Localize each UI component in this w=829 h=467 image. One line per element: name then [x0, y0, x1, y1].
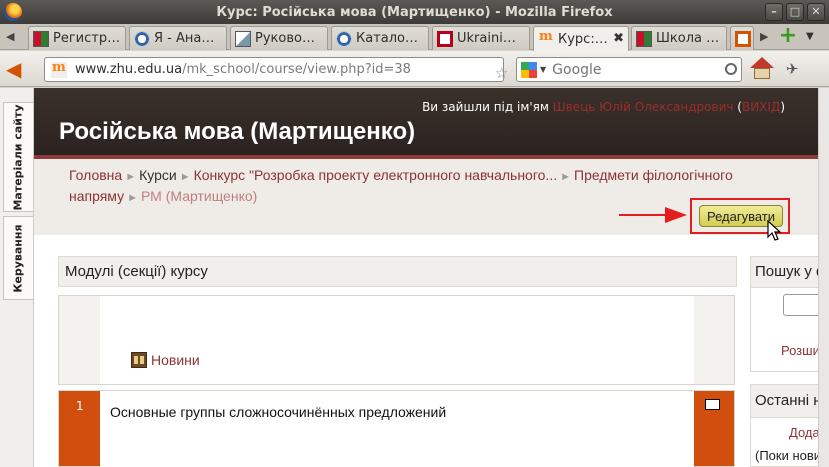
red-arrow-annotation-icon — [619, 207, 687, 223]
tab-label: Катало… — [356, 31, 418, 46]
breadcrumb-separator-icon: ► — [127, 192, 138, 204]
close-tab-icon[interactable]: ✖ — [613, 31, 624, 46]
url-bar[interactable]: www.zhu.edu.ua/mk_school/course/view.php… — [44, 57, 544, 82]
doc-favicon-icon — [235, 30, 251, 47]
back-arrow-icon[interactable]: ◀ — [6, 59, 21, 79]
course-header: Ви зайшли під ім'ям Швець Юлій Олександр… — [34, 88, 829, 155]
browser-tab-7[interactable]: Школа … — [631, 26, 727, 50]
logout-link[interactable]: ВИХІД — [742, 100, 780, 114]
window-title: Курс: Російська мова (Мартищенко) - Mozi… — [216, 4, 613, 20]
tab-strip: ◀ Регистр… Я - Ана… Руково… Катало… Ukra… — [0, 24, 829, 51]
logout-paren-open: ( — [733, 100, 742, 114]
navigation-toolbar: ◀ www.zhu.edu.ua/mk_school/course/view.p… — [0, 51, 829, 87]
tab-list-dropdown-icon[interactable]: ▼ — [806, 31, 814, 42]
side-tab-materials[interactable]: Матеріали сайту — [3, 102, 33, 212]
section-general: Новини — [58, 295, 735, 385]
login-info: Ви зайшли під ім'ям Швець Юлій Олександр… — [422, 100, 785, 114]
tab-scroll-right-icon[interactable]: ▶ — [760, 30, 768, 43]
moodle-favicon-icon — [51, 60, 67, 78]
breadcrumb: Головна ► Курси ► Конкурс "Розробка проекту … — [69, 166, 789, 208]
google-icon[interactable] — [521, 61, 537, 78]
course-modules: Модулі (секції) курсу Новини 1 Основные … — [58, 256, 737, 467]
side-tab-label: Керування — [12, 223, 25, 293]
moodle-favicon-icon — [538, 29, 554, 47]
tab-label: Регистр… — [53, 31, 121, 46]
side-tabs-panel: Матеріали сайту Керування — [0, 88, 34, 467]
section-title: Основные группы сложносочинённых предлож… — [110, 404, 447, 420]
colors-favicon-icon — [636, 30, 652, 47]
news-forum-item[interactable]: Новини — [131, 352, 200, 368]
addon-icon[interactable]: ✈ — [786, 60, 799, 78]
page-scrollbar[interactable] — [818, 88, 829, 467]
page-viewport: Матеріали сайту Керування Ви зайшли під … — [0, 88, 829, 467]
minimize-button[interactable]: – — [765, 3, 783, 21]
browser-tab-3[interactable]: Руково… — [230, 26, 328, 50]
home-icon[interactable] — [750, 57, 774, 81]
forum-icon — [131, 352, 147, 368]
breadcrumb-courses[interactable]: Курси — [139, 167, 177, 183]
circle-favicon-icon — [134, 30, 150, 47]
url-path: /mk_school/course/view.php?id=38 — [182, 62, 411, 77]
browser-tab-2[interactable]: Я - Ана… — [129, 26, 227, 50]
red-favicon-icon — [437, 30, 453, 47]
search-engine-dropdown-icon[interactable]: ▼ — [540, 65, 546, 74]
circle-favicon-icon — [336, 30, 352, 47]
browser-tab-active[interactable]: Курс:… ✖ — [533, 26, 629, 51]
breadcrumb-contest[interactable]: Конкурс "Розробка проекту електронного н… — [194, 167, 558, 183]
user-profile-link[interactable]: Швець Юлій Олександрович — [553, 100, 734, 114]
bookmark-star-icon[interactable]: ☆ — [495, 64, 508, 82]
window-title-bar: Курс: Російська мова (Мартищенко) - Mozi… — [0, 0, 829, 24]
maximize-button[interactable]: □ — [786, 3, 804, 21]
breadcrumb-current: РМ (Мартищенко) — [140, 188, 258, 204]
tab-label: Руково… — [255, 31, 315, 46]
logout-paren-close: ) — [780, 100, 785, 114]
tab-label: Ukraini… — [457, 31, 516, 46]
browser-tab-5[interactable]: Ukraini… — [432, 26, 530, 50]
tab-label: Школа … — [656, 31, 720, 46]
url-domain: www.zhu.edu.ua — [75, 62, 183, 77]
tab-label: Я - Ана… — [154, 31, 215, 46]
section-1: 1 Основные группы сложносочинённых предл… — [58, 390, 735, 467]
firefox-icon — [4, 3, 22, 21]
colors-favicon-icon — [33, 30, 49, 47]
url-text[interactable]: www.zhu.edu.ua/mk_school/course/view.php… — [75, 62, 411, 77]
login-prefix: Ви зайшли під ім'ям — [422, 100, 553, 114]
modules-header: Модулі (секції) курсу — [58, 256, 737, 287]
browser-tab-8[interactable] — [730, 26, 754, 50]
search-bar: ▼ — [516, 57, 742, 82]
side-tab-management[interactable]: Керування — [3, 216, 33, 300]
puzzle-favicon-icon — [735, 30, 751, 47]
section-1-content: Основные группы сложносочинённых предлож… — [100, 391, 694, 467]
magnifier-icon[interactable] — [725, 63, 737, 75]
mouse-cursor-icon — [767, 220, 782, 241]
section-general-content: Новини — [100, 296, 694, 384]
new-tab-plus-icon[interactable]: + — [778, 25, 798, 47]
breadcrumb-separator-icon: ► — [125, 171, 137, 183]
breadcrumb-separator-icon: ► — [179, 171, 191, 183]
close-window-button[interactable]: ✕ — [807, 3, 825, 21]
page-title: Російська мова (Мартищенко) — [59, 118, 416, 145]
tab-scroll-left-icon[interactable]: ◀ — [6, 30, 14, 43]
browser-tab-1[interactable]: Регистр… — [28, 26, 126, 50]
breadcrumb-separator-icon: ► — [560, 171, 571, 183]
browser-tab-4[interactable]: Катало… — [331, 26, 429, 50]
section-toggle-icon[interactable] — [705, 399, 720, 410]
breadcrumb-home[interactable]: Головна — [69, 167, 122, 183]
tab-label: Курс:… — [558, 31, 608, 47]
side-tab-label: Матеріали сайту — [12, 103, 26, 211]
search-input[interactable] — [552, 61, 723, 78]
news-forum-link[interactable]: Новини — [151, 352, 200, 368]
window-controls: – □ ✕ — [765, 3, 825, 21]
section-number: 1 — [76, 399, 84, 413]
